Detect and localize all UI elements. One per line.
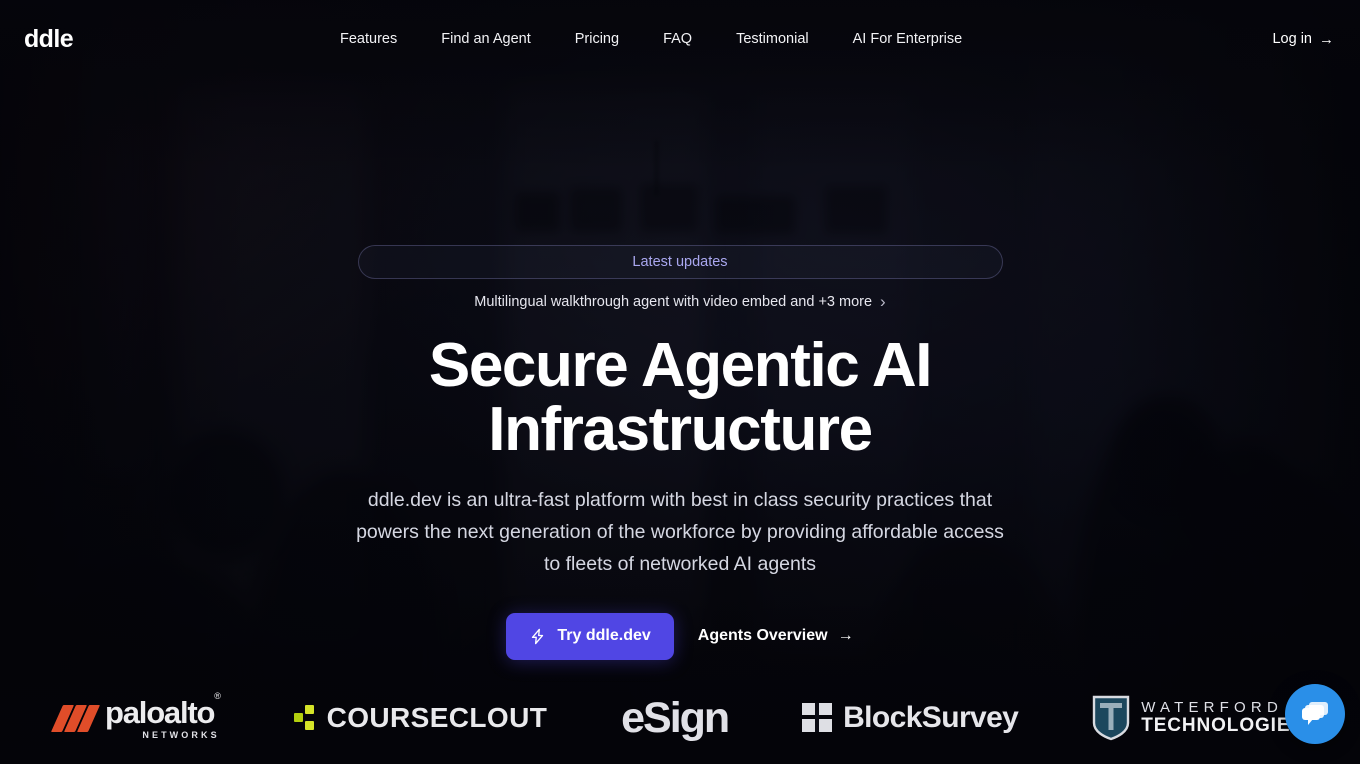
nav-item-ai-for-enterprise[interactable]: AI For Enterprise xyxy=(831,31,985,47)
lightning-bolt-icon xyxy=(532,628,544,645)
nav-item-faq[interactable]: FAQ xyxy=(641,31,714,47)
logo-courseclout: COURSECLOUT xyxy=(293,702,548,733)
logo-waterford: WATERFORD TECHNOLOGIES xyxy=(1092,695,1304,741)
latest-updates-badge[interactable]: Latest updates xyxy=(357,245,1003,279)
brand-logo[interactable]: ddle xyxy=(24,26,74,52)
top-navigation-bar: ddle Features Find an Agent Pricing FAQ … xyxy=(0,0,1360,78)
paloalto-mark-icon xyxy=(50,703,101,733)
latest-updates-label: Latest updates xyxy=(632,254,728,270)
nav-right-group: Log in → xyxy=(1272,31,1334,48)
courseclout-mark-icon xyxy=(293,705,316,731)
paloalto-wordmark: paloalto® NETWORKS xyxy=(105,692,221,740)
arrow-right-icon: → xyxy=(1319,30,1334,48)
chat-widget-button[interactable] xyxy=(1285,684,1345,744)
chevron-right-icon: › xyxy=(880,292,886,311)
nav-links: Features Find an Agent Pricing FAQ Testi… xyxy=(318,31,984,47)
partner-logo-strip: paloalto® NETWORKS COURSECLOUT eSign Blo… xyxy=(0,676,1360,764)
agents-overview-label: Agents Overview xyxy=(697,627,828,645)
paloalto-subtitle: NETWORKS xyxy=(142,729,220,740)
cta-row: Try ddle.dev Agents Overview → xyxy=(506,612,854,660)
login-label: Log in xyxy=(1272,31,1312,47)
page-title: Secure Agentic AI Infrastructure xyxy=(428,331,933,464)
registered-trademark-icon: ® xyxy=(214,691,221,702)
esign-wordmark: eSign xyxy=(621,693,730,742)
agents-overview-button[interactable]: Agents Overview → xyxy=(698,627,854,645)
nav-item-features[interactable]: Features xyxy=(318,31,419,47)
nav-item-testimonial[interactable]: Testimonial xyxy=(714,31,831,47)
chat-bubbles-icon xyxy=(1302,702,1328,725)
logo-esign: eSign xyxy=(621,693,730,742)
waterford-line1: WATERFORD xyxy=(1141,698,1283,716)
waterford-wordmark: WATERFORD TECHNOLOGIES xyxy=(1141,698,1304,737)
try-ddle-dev-button[interactable]: Try ddle.dev xyxy=(506,612,674,660)
waterford-line2: TECHNOLOGIES xyxy=(1141,715,1304,737)
announcement-text: Multilingual walkthrough agent with vide… xyxy=(474,294,873,310)
logo-blocksurvey: BlockSurvey xyxy=(802,701,1019,734)
nav-item-find-an-agent[interactable]: Find an Agent xyxy=(419,31,553,47)
waterford-shield-icon xyxy=(1092,695,1130,741)
hero-content: Latest updates Multilingual walkthrough … xyxy=(0,0,1360,764)
paloalto-name: paloalto xyxy=(105,694,215,730)
logo-paloalto: paloalto® NETWORKS xyxy=(50,692,221,740)
nav-item-pricing[interactable]: Pricing xyxy=(553,31,641,47)
try-ddle-dev-label: Try ddle.dev xyxy=(557,627,651,645)
login-link[interactable]: Log in → xyxy=(1272,31,1334,48)
courseclout-wordmark: COURSECLOUT xyxy=(326,702,548,733)
blocksurvey-mark-icon xyxy=(802,702,833,734)
blocksurvey-wordmark: BlockSurvey xyxy=(843,701,1019,734)
announcement-link[interactable]: Multilingual walkthrough agent with vide… xyxy=(474,292,885,312)
arrow-right-icon: → xyxy=(837,627,854,645)
hero-subtitle: ddle.dev is an ultra-fast platform with … xyxy=(356,488,1004,576)
